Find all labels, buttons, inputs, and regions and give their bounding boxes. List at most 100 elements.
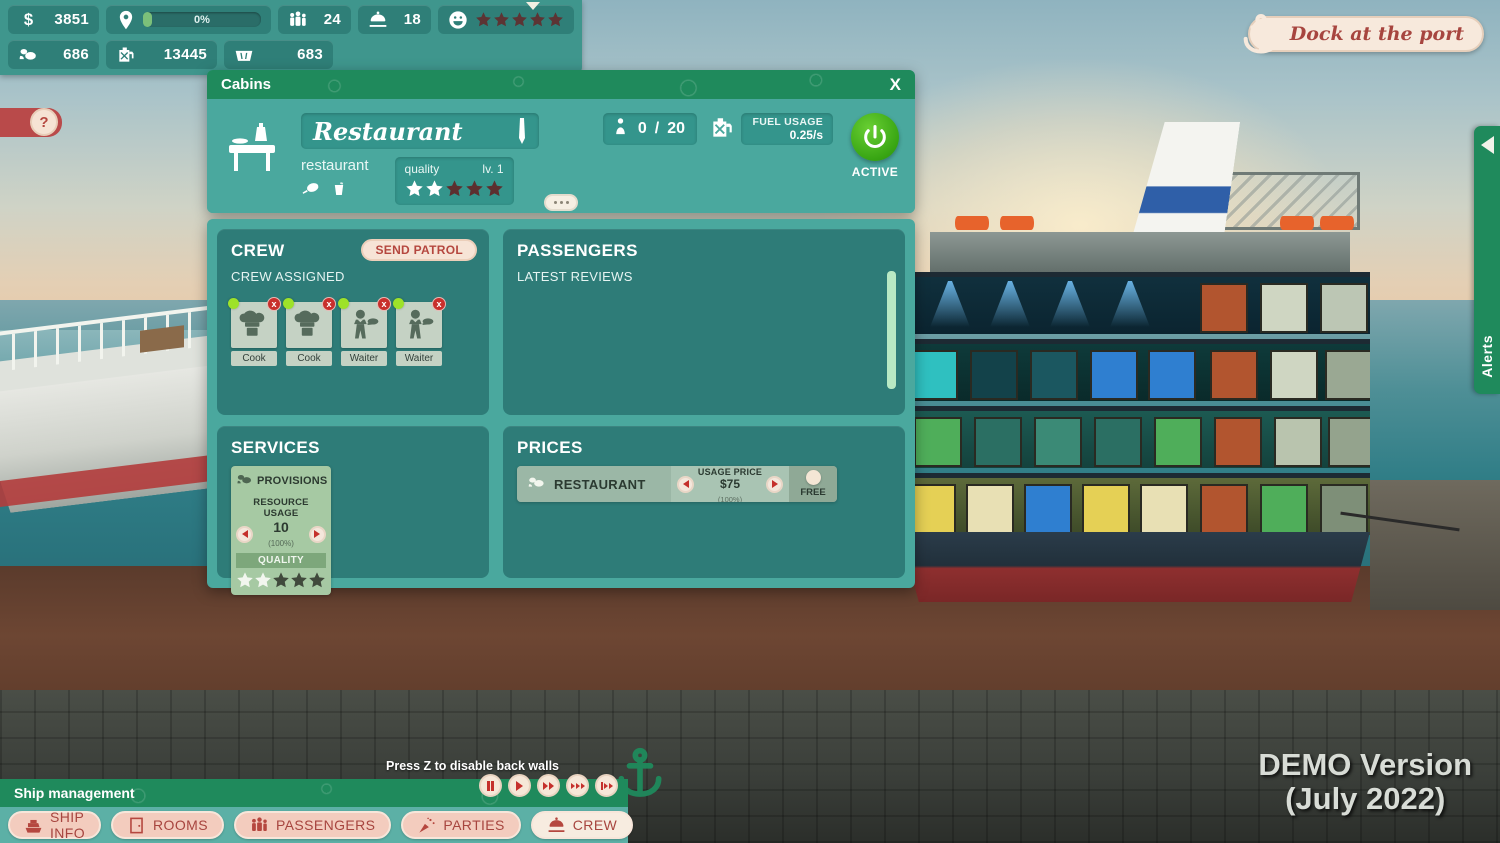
- provisions-service-card[interactable]: PROVISIONS RESOURCE USAGE 10 (100%) QUAL…: [231, 466, 331, 595]
- restaurant-service-icon: [527, 473, 546, 495]
- room-name-value: Restaurant: [313, 117, 463, 146]
- crew-card[interactable]: x Waiter: [341, 302, 387, 366]
- help-button[interactable]: ?: [30, 108, 58, 136]
- passenger-count-indicator[interactable]: 24: [278, 5, 351, 34]
- demo-watermark: DEMO Version (July 2022): [1258, 748, 1472, 817]
- door-icon: [127, 816, 146, 835]
- pause-icon[interactable]: [479, 774, 502, 797]
- prices-panel-title: PRICES: [517, 438, 891, 458]
- main-nav: SHIP INFO ROOMS PASSENGERS PARTIES CREW: [0, 807, 628, 843]
- crew-card[interactable]: x Waiter: [396, 302, 442, 366]
- hud-collapse-caret[interactable]: [526, 2, 540, 10]
- fuel-usage-label: FUEL USAGE: [753, 116, 823, 128]
- room-quality-box: quality lv. 1: [395, 157, 514, 205]
- provisions-icon: [236, 471, 253, 491]
- dialog-titlebar: Cabins X: [207, 70, 915, 99]
- satisfaction-indicator[interactable]: [438, 5, 574, 34]
- fuel-can-icon: [116, 45, 136, 65]
- crew-assigned-label: CREW ASSIGNED: [231, 269, 475, 284]
- resource-usage-increase-button[interactable]: [309, 526, 326, 543]
- usage-price-label: USAGE PRICE: [698, 467, 762, 477]
- more-options-icon[interactable]: [544, 194, 578, 211]
- alerts-tab[interactable]: Alerts: [1474, 126, 1500, 394]
- room-header: Restaurant restaurant: [207, 99, 915, 213]
- fuel-can-icon: [709, 114, 735, 145]
- edit-pencil-icon[interactable]: [517, 117, 527, 145]
- crew-role-label: Cook: [231, 351, 277, 366]
- faster-icon[interactable]: [566, 774, 589, 797]
- nav-crew[interactable]: CREW: [531, 811, 633, 839]
- quay-wall: [1370, 480, 1500, 610]
- passenger-count-value: 24: [315, 11, 341, 28]
- remove-crew-button[interactable]: x: [322, 297, 336, 311]
- hud-row-primary: $ 3851 0% 24 18: [8, 5, 574, 34]
- crew-role-label: Waiter: [341, 351, 387, 366]
- price-increase-button[interactable]: [766, 476, 783, 493]
- ship-management-title: Ship management: [14, 785, 135, 801]
- supplies-indicator[interactable]: 683: [224, 40, 333, 69]
- nav-passengers[interactable]: PASSENGERS: [234, 811, 391, 839]
- bottom-bar: Ship management SHIP INFO ROOMS PASSENGE…: [0, 779, 628, 843]
- remove-crew-button[interactable]: x: [267, 297, 281, 311]
- send-patrol-button[interactable]: SEND PATROL: [361, 239, 477, 261]
- latest-reviews-label: LATEST REVIEWS: [517, 269, 891, 284]
- room-type-label: restaurant: [301, 157, 369, 174]
- resource-usage-decrease-button[interactable]: [236, 526, 253, 543]
- fuel-usage-badge: FUEL USAGE 0.25/s: [709, 113, 833, 145]
- dock-at-port-label: Dock at the port: [1290, 23, 1464, 45]
- nav-passengers-label: PASSENGERS: [276, 817, 375, 833]
- resource-usage-label: RESOURCE USAGE: [236, 497, 326, 519]
- room-power-toggle[interactable]: ACTIVE: [851, 113, 899, 179]
- usage-price-value: $75: [720, 477, 740, 491]
- back-walls-hint: Press Z to disable back walls: [386, 759, 559, 773]
- crew-panel: CREW SEND PATROL CREW ASSIGNED x Cook: [217, 229, 489, 415]
- crew-role-label: Cook: [286, 351, 332, 366]
- quality-label: quality: [405, 162, 440, 176]
- voyage-progress-bar: 0%: [143, 12, 261, 27]
- dock-at-port-button[interactable]: Dock at the port: [1248, 16, 1484, 52]
- voyage-progress-label: 0%: [143, 14, 261, 26]
- remove-crew-button[interactable]: x: [432, 297, 446, 311]
- food-indicator[interactable]: 686: [8, 40, 99, 69]
- location-pin-icon: [116, 10, 136, 30]
- nav-ship-info-label: SHIP INFO: [50, 809, 85, 841]
- dialog-body-frame: CREW SEND PATROL CREW ASSIGNED x Cook: [207, 219, 915, 588]
- star-3: [511, 11, 528, 28]
- occupancy-separator: /: [655, 120, 659, 138]
- nav-rooms[interactable]: ROOMS: [111, 811, 224, 839]
- money-indicator[interactable]: $ 3851: [8, 5, 99, 34]
- free-toggle[interactable]: FREE: [789, 466, 837, 502]
- dollar-icon: $: [18, 10, 38, 30]
- resource-usage-value: 10: [273, 519, 289, 535]
- service-bell-icon: [368, 10, 388, 30]
- remove-crew-button[interactable]: x: [377, 297, 391, 311]
- nav-ship-info[interactable]: SHIP INFO: [8, 811, 101, 839]
- cruise-ship-cutaway: [900, 232, 1380, 592]
- nav-parties[interactable]: PARTIES: [401, 811, 520, 839]
- fuel-indicator[interactable]: 13445: [106, 40, 217, 69]
- reviews-scrollbar[interactable]: [887, 271, 896, 389]
- room-name-input[interactable]: Restaurant: [301, 113, 539, 149]
- quality-star-4: [465, 179, 484, 198]
- close-icon[interactable]: X: [890, 75, 901, 95]
- occupancy-max: 20: [667, 120, 685, 138]
- provisions-star-1: [236, 571, 254, 589]
- power-icon: [851, 113, 899, 161]
- hud-row-secondary: 686 13445 683: [8, 40, 574, 69]
- crew-card[interactable]: x Cook: [286, 302, 332, 366]
- quality-star-5: [485, 179, 504, 198]
- play-icon[interactable]: [508, 774, 531, 797]
- crew-count-indicator[interactable]: 18: [358, 5, 431, 34]
- fast-forward-icon[interactable]: [537, 774, 560, 797]
- crew-count-value: 18: [395, 11, 421, 28]
- price-decrease-button[interactable]: [677, 476, 694, 493]
- resource-hud: $ 3851 0% 24 18: [0, 0, 582, 75]
- crew-card[interactable]: x Cook: [231, 302, 277, 366]
- nav-crew-label: CREW: [573, 817, 617, 833]
- supplies-value: 683: [261, 46, 323, 63]
- anchor-icon: [1238, 12, 1284, 58]
- voyage-progress-indicator[interactable]: 0%: [106, 5, 271, 34]
- provisions-star-4: [290, 571, 308, 589]
- provisions-quality-label: QUALITY: [236, 553, 326, 568]
- smiley-icon: [448, 10, 468, 30]
